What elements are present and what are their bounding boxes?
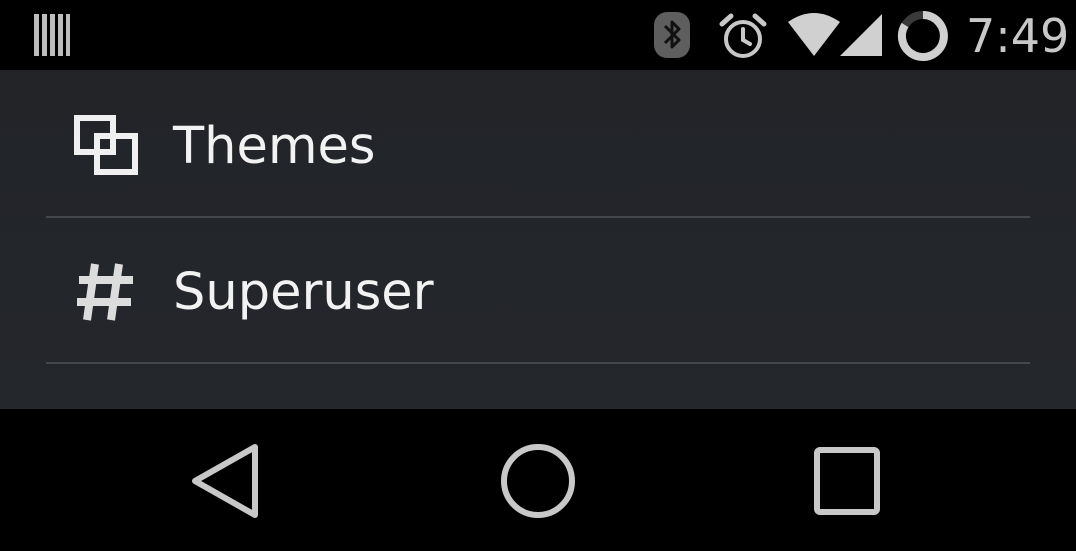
alarm-icon	[719, 13, 767, 58]
cell-signal-icon	[840, 14, 882, 56]
bluetooth-icon	[654, 12, 690, 58]
notification-icon[interactable]	[33, 12, 71, 58]
status-bar: 7:49	[0, 0, 1076, 70]
list-item-themes[interactable]: Themes	[0, 70, 1076, 216]
back-icon[interactable]	[183, 441, 273, 521]
navigation-bar	[0, 409, 1076, 551]
divider	[46, 362, 1030, 364]
battery-icon	[897, 11, 948, 61]
android-screen: 7:49 Themes Superuser	[0, 0, 1076, 551]
home-icon[interactable]	[493, 441, 583, 521]
settings-list: Themes Superuser	[0, 70, 1076, 409]
list-item-label: Superuser	[173, 263, 434, 322]
recents-icon[interactable]	[802, 441, 892, 521]
list-item-superuser[interactable]: Superuser	[0, 216, 1076, 362]
clock: 7:49	[966, 9, 1070, 63]
list-item-label: Themes	[173, 117, 376, 176]
hash-icon	[77, 263, 133, 321]
themes-icon	[74, 115, 138, 175]
wifi-icon	[788, 13, 840, 56]
